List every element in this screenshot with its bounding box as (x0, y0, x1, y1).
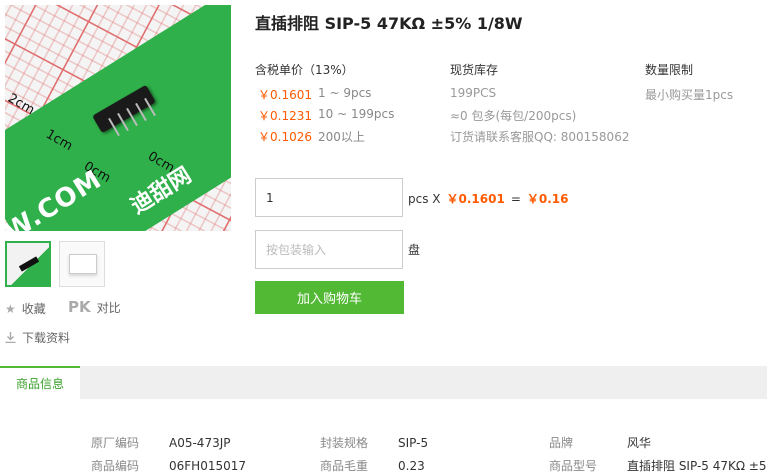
tier-price: ￥0.1601 (258, 88, 312, 102)
quantity-input[interactable] (266, 190, 392, 205)
product-title: 直插排阻 SIP-5 47KΩ ±5% 1/8W (255, 14, 523, 33)
spec-item: 商品型号 直插排阻 SIP-5 47KΩ ±5... (549, 457, 767, 474)
spec-item: 封装规格 SIP-5 (320, 434, 428, 451)
download-button[interactable]: 下载资料 (5, 329, 70, 346)
price-tier-row: ￥0.1026 200以上 (258, 128, 365, 145)
unit-label: pcs X (408, 191, 441, 206)
spec-item: 商品编码 06FH015017 (91, 457, 246, 474)
tier-qty: 1 ~ 9pcs (318, 86, 372, 100)
total-price: ￥0.16 (526, 192, 569, 206)
package-field[interactable] (255, 230, 403, 269)
tab-product-info[interactable]: 商品信息 (0, 366, 80, 399)
equals-sign: = (510, 191, 521, 206)
quantity-field[interactable] (255, 178, 403, 217)
thumbnail-1[interactable] (5, 241, 51, 287)
thumbnail-image (69, 254, 97, 274)
tier-qty: 200以上 (318, 130, 365, 144)
add-to-cart-button[interactable]: 加入购物车 (255, 281, 404, 314)
tab-bar: 商品信息 (0, 366, 767, 399)
spec-value: 直插排阻 SIP-5 47KΩ ±5... (627, 459, 767, 473)
spec-item: 原厂编码 A05-473JP (91, 434, 231, 451)
stock-header: 现货库存 (450, 63, 499, 77)
price-header: 含税单价（13%） (255, 63, 354, 77)
compare-button[interactable]: PK 对比 (68, 298, 121, 316)
spec-key: 商品编码 (91, 459, 140, 473)
spec-key: 封装规格 (320, 436, 369, 450)
thumbnail-2[interactable] (59, 241, 105, 287)
spec-key: 品牌 (549, 436, 574, 450)
stock-count: 199PCS (450, 86, 497, 100)
tier-qty: 10 ~ 199pcs (318, 107, 395, 121)
compare-label: 对比 (96, 300, 121, 315)
unit-price: ￥0.1601 (446, 192, 505, 206)
download-label: 下载资料 (22, 331, 71, 345)
price-tier-row: ￥0.1601 1 ~ 9pcs (258, 86, 371, 103)
download-icon (5, 332, 16, 343)
spec-key: 商品毛重 (320, 459, 369, 473)
purchase-limit: 最小购买量1pcs (645, 88, 734, 102)
package-input[interactable] (266, 242, 392, 257)
limit-header: 数量限制 (645, 63, 694, 77)
favorite-button[interactable]: ★ 收藏 (5, 300, 46, 317)
package-unit: 盘 (408, 243, 421, 257)
spec-value: 06FH015017 (169, 459, 247, 473)
spec-item: 商品毛重 0.23 (320, 457, 425, 474)
spec-key: 原厂编码 (91, 436, 140, 450)
stock-contact: 订货请联系客服QQ: 800158062 (450, 130, 630, 144)
spec-value: 0.23 (398, 459, 425, 473)
pk-icon: PK (68, 298, 91, 316)
price-calc: pcs X ￥0.1601 = ￥0.16 (408, 190, 569, 207)
spec-value: SIP-5 (398, 436, 429, 450)
spec-value: A05-473JP (169, 436, 231, 450)
spec-value: 风华 (627, 436, 652, 450)
tier-price: ￥0.1026 (258, 130, 312, 144)
star-icon: ★ (5, 301, 16, 316)
tier-price: ￥0.1231 (258, 109, 312, 123)
favorite-label: 收藏 (21, 302, 46, 316)
spec-key: 商品型号 (549, 459, 598, 473)
spec-item: 品牌 风华 (549, 434, 651, 451)
stock-package: ≈0 包多(每包/200pcs) (450, 109, 577, 123)
product-main-image[interactable]: 2cm 1cm 0cm 0cm W.COM 迪甜网 (5, 5, 231, 231)
price-tier-row: ￥0.1231 10 ~ 199pcs (258, 107, 394, 124)
